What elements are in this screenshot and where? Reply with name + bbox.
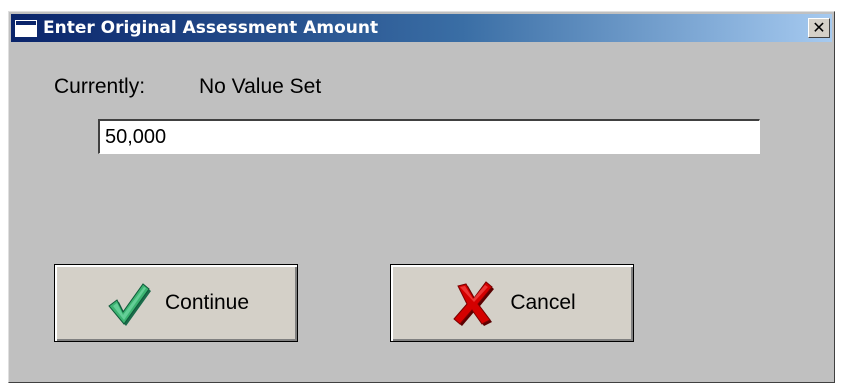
- currently-label: Currently:: [54, 75, 146, 98]
- window-title: Enter Original Assessment Amount: [43, 18, 379, 38]
- cancel-label: Cancel: [510, 291, 576, 314]
- cancel-button[interactable]: Cancel: [390, 264, 634, 342]
- close-icon: ✕: [812, 18, 826, 37]
- checkmark-icon: [108, 283, 151, 326]
- title-bar[interactable]: Enter Original Assessment Amount ✕: [11, 14, 832, 42]
- continue-button[interactable]: Continue: [54, 264, 298, 342]
- assessment-dialog: Enter Original Assessment Amount ✕ Curre…: [8, 11, 835, 383]
- currently-value: No Value Set: [199, 75, 322, 98]
- assessment-amount-input[interactable]: [98, 119, 760, 154]
- window-icon: [15, 19, 37, 37]
- continue-label: Continue: [164, 291, 250, 314]
- close-button[interactable]: ✕: [808, 18, 830, 38]
- red-x-icon: [453, 281, 495, 326]
